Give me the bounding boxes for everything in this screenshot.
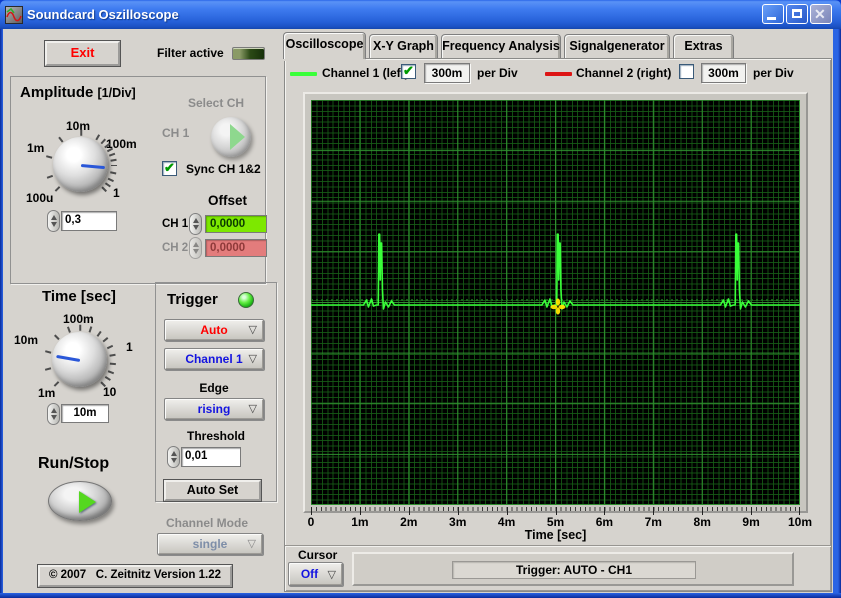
channel2-color-swatch — [545, 72, 572, 76]
x-axis-labels: 01m2m3m4m5m6m7m8m9m10m — [311, 515, 800, 529]
minimize-button[interactable] — [762, 4, 784, 24]
offset-ch1-field[interactable]: 0,0000 — [205, 215, 267, 233]
tab-xy-graph[interactable]: X-Y Graph — [369, 34, 438, 58]
time-scale-bottom-left: 1m — [38, 386, 55, 400]
run-stop-label: Run/Stop — [38, 455, 109, 473]
cursor-label: Cursor — [298, 548, 337, 562]
channel2-per-div-field[interactable]: 300m — [701, 63, 746, 83]
sync-ch-label: Sync CH 1&2 — [186, 162, 261, 176]
select-ch-wedge-icon — [230, 124, 245, 150]
tab-oscilloscope[interactable]: Oscilloscope — [283, 32, 366, 59]
channel1-per-div-field[interactable]: 300m — [424, 63, 470, 83]
time-scale-bottom-right: 10 — [103, 385, 116, 399]
filter-active-label: Filter active — [157, 46, 224, 60]
x-axis-title: Time [sec] — [311, 528, 800, 542]
filter-active-led — [232, 47, 265, 60]
threshold-label: Threshold — [164, 429, 268, 443]
x-axis-ticks — [311, 507, 800, 515]
close-button[interactable]: ✕ — [810, 4, 832, 24]
cursor-dropdown[interactable]: Off ▽ — [288, 562, 343, 586]
window-border-right — [833, 29, 841, 594]
chevron-down-icon: ▽ — [249, 352, 257, 365]
run-stop-button[interactable] — [48, 481, 112, 521]
channel1-checkbox[interactable]: ✔ — [401, 64, 416, 79]
channel-mode-dropdown: single ▽ — [157, 533, 263, 555]
exit-button[interactable]: Exit — [45, 41, 120, 66]
trigger-mode-dropdown[interactable]: Auto ▽ — [164, 319, 264, 341]
amplitude-title: Amplitude [1/Div] — [20, 84, 136, 101]
title-bar[interactable]: Soundcard Oszilloscope ✕ — [0, 0, 841, 29]
chevron-down-icon: ▽ — [249, 323, 257, 336]
time-knob[interactable] — [52, 332, 107, 387]
threshold-field[interactable]: 0,01 — [181, 447, 241, 467]
cursor-value: Off — [301, 567, 318, 581]
time-title: Time [sec] — [42, 288, 116, 305]
amp-knob-pointer — [80, 164, 104, 169]
channel-mode-label: Channel Mode — [166, 516, 248, 530]
channel-mode-value: single — [193, 537, 228, 551]
oscilloscope-plot — [311, 100, 800, 505]
trigger-mode-value: Auto — [200, 323, 227, 337]
tab-signalgenerator[interactable]: Signalgenerator — [564, 34, 670, 58]
sync-ch-checkbox[interactable]: ✔ — [162, 161, 177, 176]
time-scale-right: 1 — [126, 340, 133, 354]
time-spinner[interactable] — [47, 403, 60, 425]
time-knob-pointer — [56, 354, 80, 361]
window-border-bottom — [0, 593, 841, 598]
channel1-label: Channel 1 (left) — [322, 66, 409, 80]
trigger-led — [238, 292, 254, 308]
channel2-label: Channel 2 (right) — [576, 66, 671, 80]
tab-frequency-analysis[interactable]: Frequency Analysis — [441, 34, 561, 58]
trigger-source-value: Channel 1 — [185, 352, 242, 366]
status-bar: Trigger: AUTO - CH1 — [352, 552, 794, 586]
window-title: Soundcard Oszilloscope — [27, 7, 179, 22]
offset-ch1-label: CH 1 — [162, 218, 188, 230]
select-ch-knob[interactable] — [211, 117, 251, 157]
amp-scale-left: 1m — [27, 141, 44, 155]
trigger-source-dropdown[interactable]: Channel 1 ▽ — [164, 348, 264, 370]
maximize-button[interactable] — [786, 4, 808, 24]
channel1-color-swatch — [290, 72, 317, 76]
amplitude-knob[interactable] — [53, 137, 108, 192]
trigger-edge-dropdown[interactable]: rising ▽ — [164, 398, 264, 420]
amplitude-spinner[interactable] — [47, 210, 60, 232]
close-icon: ✕ — [814, 6, 826, 23]
cursor-strip: Cursor Off ▽ Trigger: AUTO - CH1 — [285, 545, 831, 591]
trigger-edge-value: rising — [198, 402, 231, 416]
chevron-down-icon: ▽ — [249, 402, 257, 415]
minimize-icon — [767, 17, 776, 20]
channel2-checkbox[interactable]: ✔ — [679, 64, 694, 79]
maximize-icon — [792, 9, 802, 18]
amplitude-value-field[interactable]: 0,3 — [61, 211, 117, 231]
channel1-per-div-label: per Div — [477, 66, 518, 80]
amp-scale-bottom-right: 1 — [113, 186, 120, 200]
edge-label: Edge — [164, 381, 264, 395]
chevron-down-icon: ▽ — [328, 568, 336, 581]
waveform-svg — [311, 100, 800, 505]
offset-ch2-field: 0,0000 — [205, 239, 267, 257]
channel2-per-div-label: per Div — [753, 66, 794, 80]
time-scale-left: 10m — [14, 333, 38, 347]
amp-scale-bottom-left: 100u — [26, 191, 53, 205]
offset-ch1-spinner[interactable] — [189, 213, 202, 235]
trigger-title: Trigger — [167, 291, 218, 308]
app-window: Soundcard Oszilloscope ✕ Exit Filter act… — [0, 0, 841, 598]
play-icon — [79, 491, 96, 513]
app-icon — [5, 6, 23, 24]
amp-scale-top: 10m — [66, 119, 90, 133]
trigger-status: Trigger: AUTO - CH1 — [452, 561, 696, 579]
threshold-spinner[interactable] — [167, 446, 180, 468]
offset-ch2-label: CH 2 — [162, 242, 188, 254]
copyright-bar: © 2007 C. Zeitnitz Version 1.22 — [38, 565, 232, 587]
select-ch-label: Select CH — [188, 96, 244, 110]
select-ch1-label: CH 1 — [162, 126, 189, 140]
auto-set-button[interactable]: Auto Set — [164, 480, 261, 501]
offset-title: Offset — [208, 193, 247, 208]
time-value-field[interactable]: 10m — [61, 404, 109, 423]
offset-ch2-spinner — [189, 237, 202, 259]
chevron-down-icon: ▽ — [248, 537, 256, 550]
tab-extras[interactable]: Extras — [673, 34, 734, 58]
